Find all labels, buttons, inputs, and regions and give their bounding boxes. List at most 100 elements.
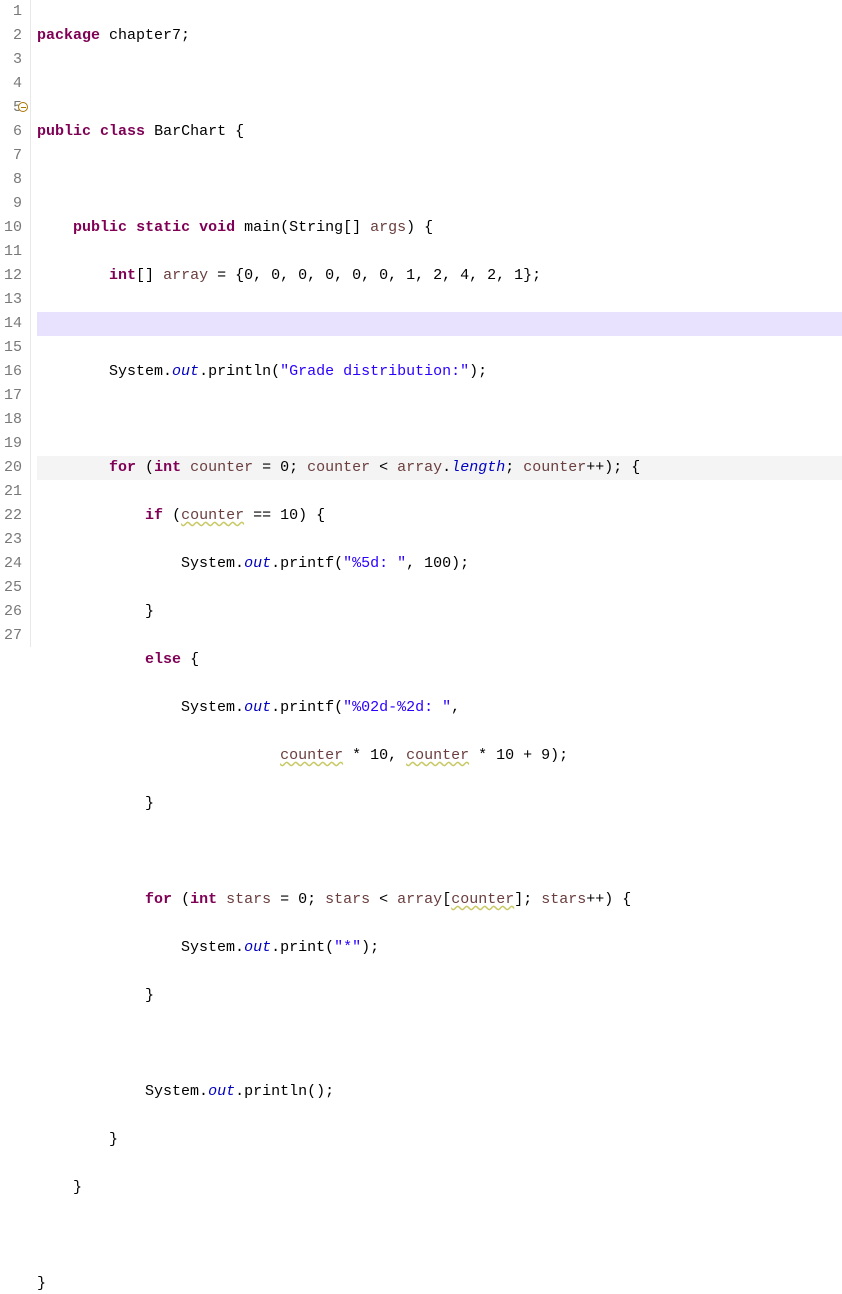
line-number: 13 <box>4 288 22 312</box>
code-text: .println(); <box>235 1083 334 1100</box>
code-line[interactable]: System.out.println("Grade distribution:"… <box>37 360 842 384</box>
code-line[interactable] <box>37 72 842 96</box>
line-number: 25 <box>4 576 22 600</box>
variable-warning: counter <box>406 747 469 764</box>
keyword: public <box>73 219 127 236</box>
code-text: System. <box>181 699 244 716</box>
code-text: .println( <box>199 363 280 380</box>
line-number: 14 <box>4 312 22 336</box>
code-line-highlighted[interactable]: for (int counter = 0; counter < array.le… <box>37 456 842 480</box>
code-text: ); <box>469 363 487 380</box>
keyword: class <box>100 123 145 140</box>
string-literal: "%02d-%2d: " <box>343 699 451 716</box>
code-text: { <box>181 651 199 668</box>
code-line[interactable]: System.out.print("*"); <box>37 936 842 960</box>
code-text: System. <box>181 939 244 956</box>
code-line[interactable]: } <box>37 1128 842 1152</box>
code-line[interactable]: counter * 10, counter * 10 + 9); <box>37 744 842 768</box>
line-number-gutter: 1 2 3 4 5 6 7 8 9 10 11 12 13 14 15 16 1… <box>0 0 31 647</box>
code-text: = {0, 0, 0, 0, 0, 0, 1, 2, 4, 2, 1}; <box>208 267 541 284</box>
variable: array <box>397 891 442 908</box>
code-line[interactable]: public static void main(String[] args) { <box>37 216 842 240</box>
code-line[interactable]: } <box>37 792 842 816</box>
field: length <box>451 459 505 476</box>
code-text: , <box>451 699 460 716</box>
variable-warning: counter <box>181 507 244 524</box>
code-line[interactable]: for (int stars = 0; stars < array[counte… <box>37 888 842 912</box>
code-line[interactable] <box>37 408 842 432</box>
keyword: package <box>37 27 100 44</box>
code-line[interactable] <box>37 1032 842 1056</box>
keyword: for <box>145 891 172 908</box>
code-text: , 100); <box>406 555 469 572</box>
keyword: else <box>145 651 181 668</box>
code-text: main(String[] <box>235 219 370 236</box>
keyword: if <box>145 507 163 524</box>
code-line[interactable]: if (counter == 10) { <box>37 504 842 528</box>
code-text: == 10) { <box>244 507 325 524</box>
line-number: 9 <box>4 192 22 216</box>
code-text: < <box>370 891 397 908</box>
code-line-highlighted[interactable] <box>37 312 842 336</box>
line-number: 6 <box>4 120 22 144</box>
code-line[interactable]: System.out.printf("%5d: ", 100); <box>37 552 842 576</box>
code-text: ++); { <box>586 459 640 476</box>
override-marker-icon[interactable] <box>18 102 28 112</box>
line-number: 11 <box>4 240 22 264</box>
keyword: int <box>190 891 217 908</box>
code-line[interactable]: } <box>37 1272 842 1294</box>
code-line[interactable] <box>37 1224 842 1248</box>
code-text: } <box>73 1179 82 1196</box>
variable: stars <box>325 891 370 908</box>
code-line[interactable]: int[] array = {0, 0, 0, 0, 0, 0, 1, 2, 4… <box>37 264 842 288</box>
static-field: out <box>244 939 271 956</box>
line-number: 12 <box>4 264 22 288</box>
code-text: System. <box>145 1083 208 1100</box>
code-line[interactable]: System.out.println(); <box>37 1080 842 1104</box>
parameter: args <box>370 219 406 236</box>
code-text: ( <box>172 891 190 908</box>
static-field: out <box>244 699 271 716</box>
line-number: 16 <box>4 360 22 384</box>
line-number: 23 <box>4 528 22 552</box>
keyword: void <box>199 219 235 236</box>
code-text: ( <box>163 507 181 524</box>
variable: stars <box>541 891 586 908</box>
variable: counter <box>307 459 370 476</box>
code-text: ) { <box>406 219 433 236</box>
code-text: * 10, <box>343 747 406 764</box>
variable: array <box>163 267 208 284</box>
line-number: 15 <box>4 336 22 360</box>
code-text: .printf( <box>271 699 343 716</box>
code-text: ); <box>361 939 379 956</box>
variable: stars <box>226 891 271 908</box>
static-field: out <box>244 555 271 572</box>
line-number: 21 <box>4 480 22 504</box>
variable-warning: counter <box>280 747 343 764</box>
string-literal: "Grade distribution:" <box>280 363 469 380</box>
code-line[interactable]: public class BarChart { <box>37 120 842 144</box>
line-number: 2 <box>4 24 22 48</box>
code-line[interactable]: } <box>37 1176 842 1200</box>
line-number: 5 <box>4 96 22 120</box>
code-text: ( <box>136 459 154 476</box>
variable: array <box>397 459 442 476</box>
code-editor[interactable]: package chapter7; public class BarChart … <box>31 0 842 647</box>
keyword: for <box>109 459 136 476</box>
code-line[interactable]: } <box>37 600 842 624</box>
code-line[interactable] <box>37 840 842 864</box>
code-line[interactable] <box>37 168 842 192</box>
code-text: .printf( <box>271 555 343 572</box>
static-field: out <box>172 363 199 380</box>
code-line[interactable]: else { <box>37 648 842 672</box>
code-line[interactable]: System.out.printf("%02d-%2d: ", <box>37 696 842 720</box>
code-text: System. <box>109 363 172 380</box>
code-line[interactable]: package chapter7; <box>37 24 842 48</box>
variable: counter <box>523 459 586 476</box>
code-text: < <box>370 459 397 476</box>
string-literal: "*" <box>334 939 361 956</box>
code-text: ]; <box>514 891 541 908</box>
variable: counter <box>190 459 253 476</box>
code-text: } <box>145 987 154 1004</box>
code-line[interactable]: } <box>37 984 842 1008</box>
